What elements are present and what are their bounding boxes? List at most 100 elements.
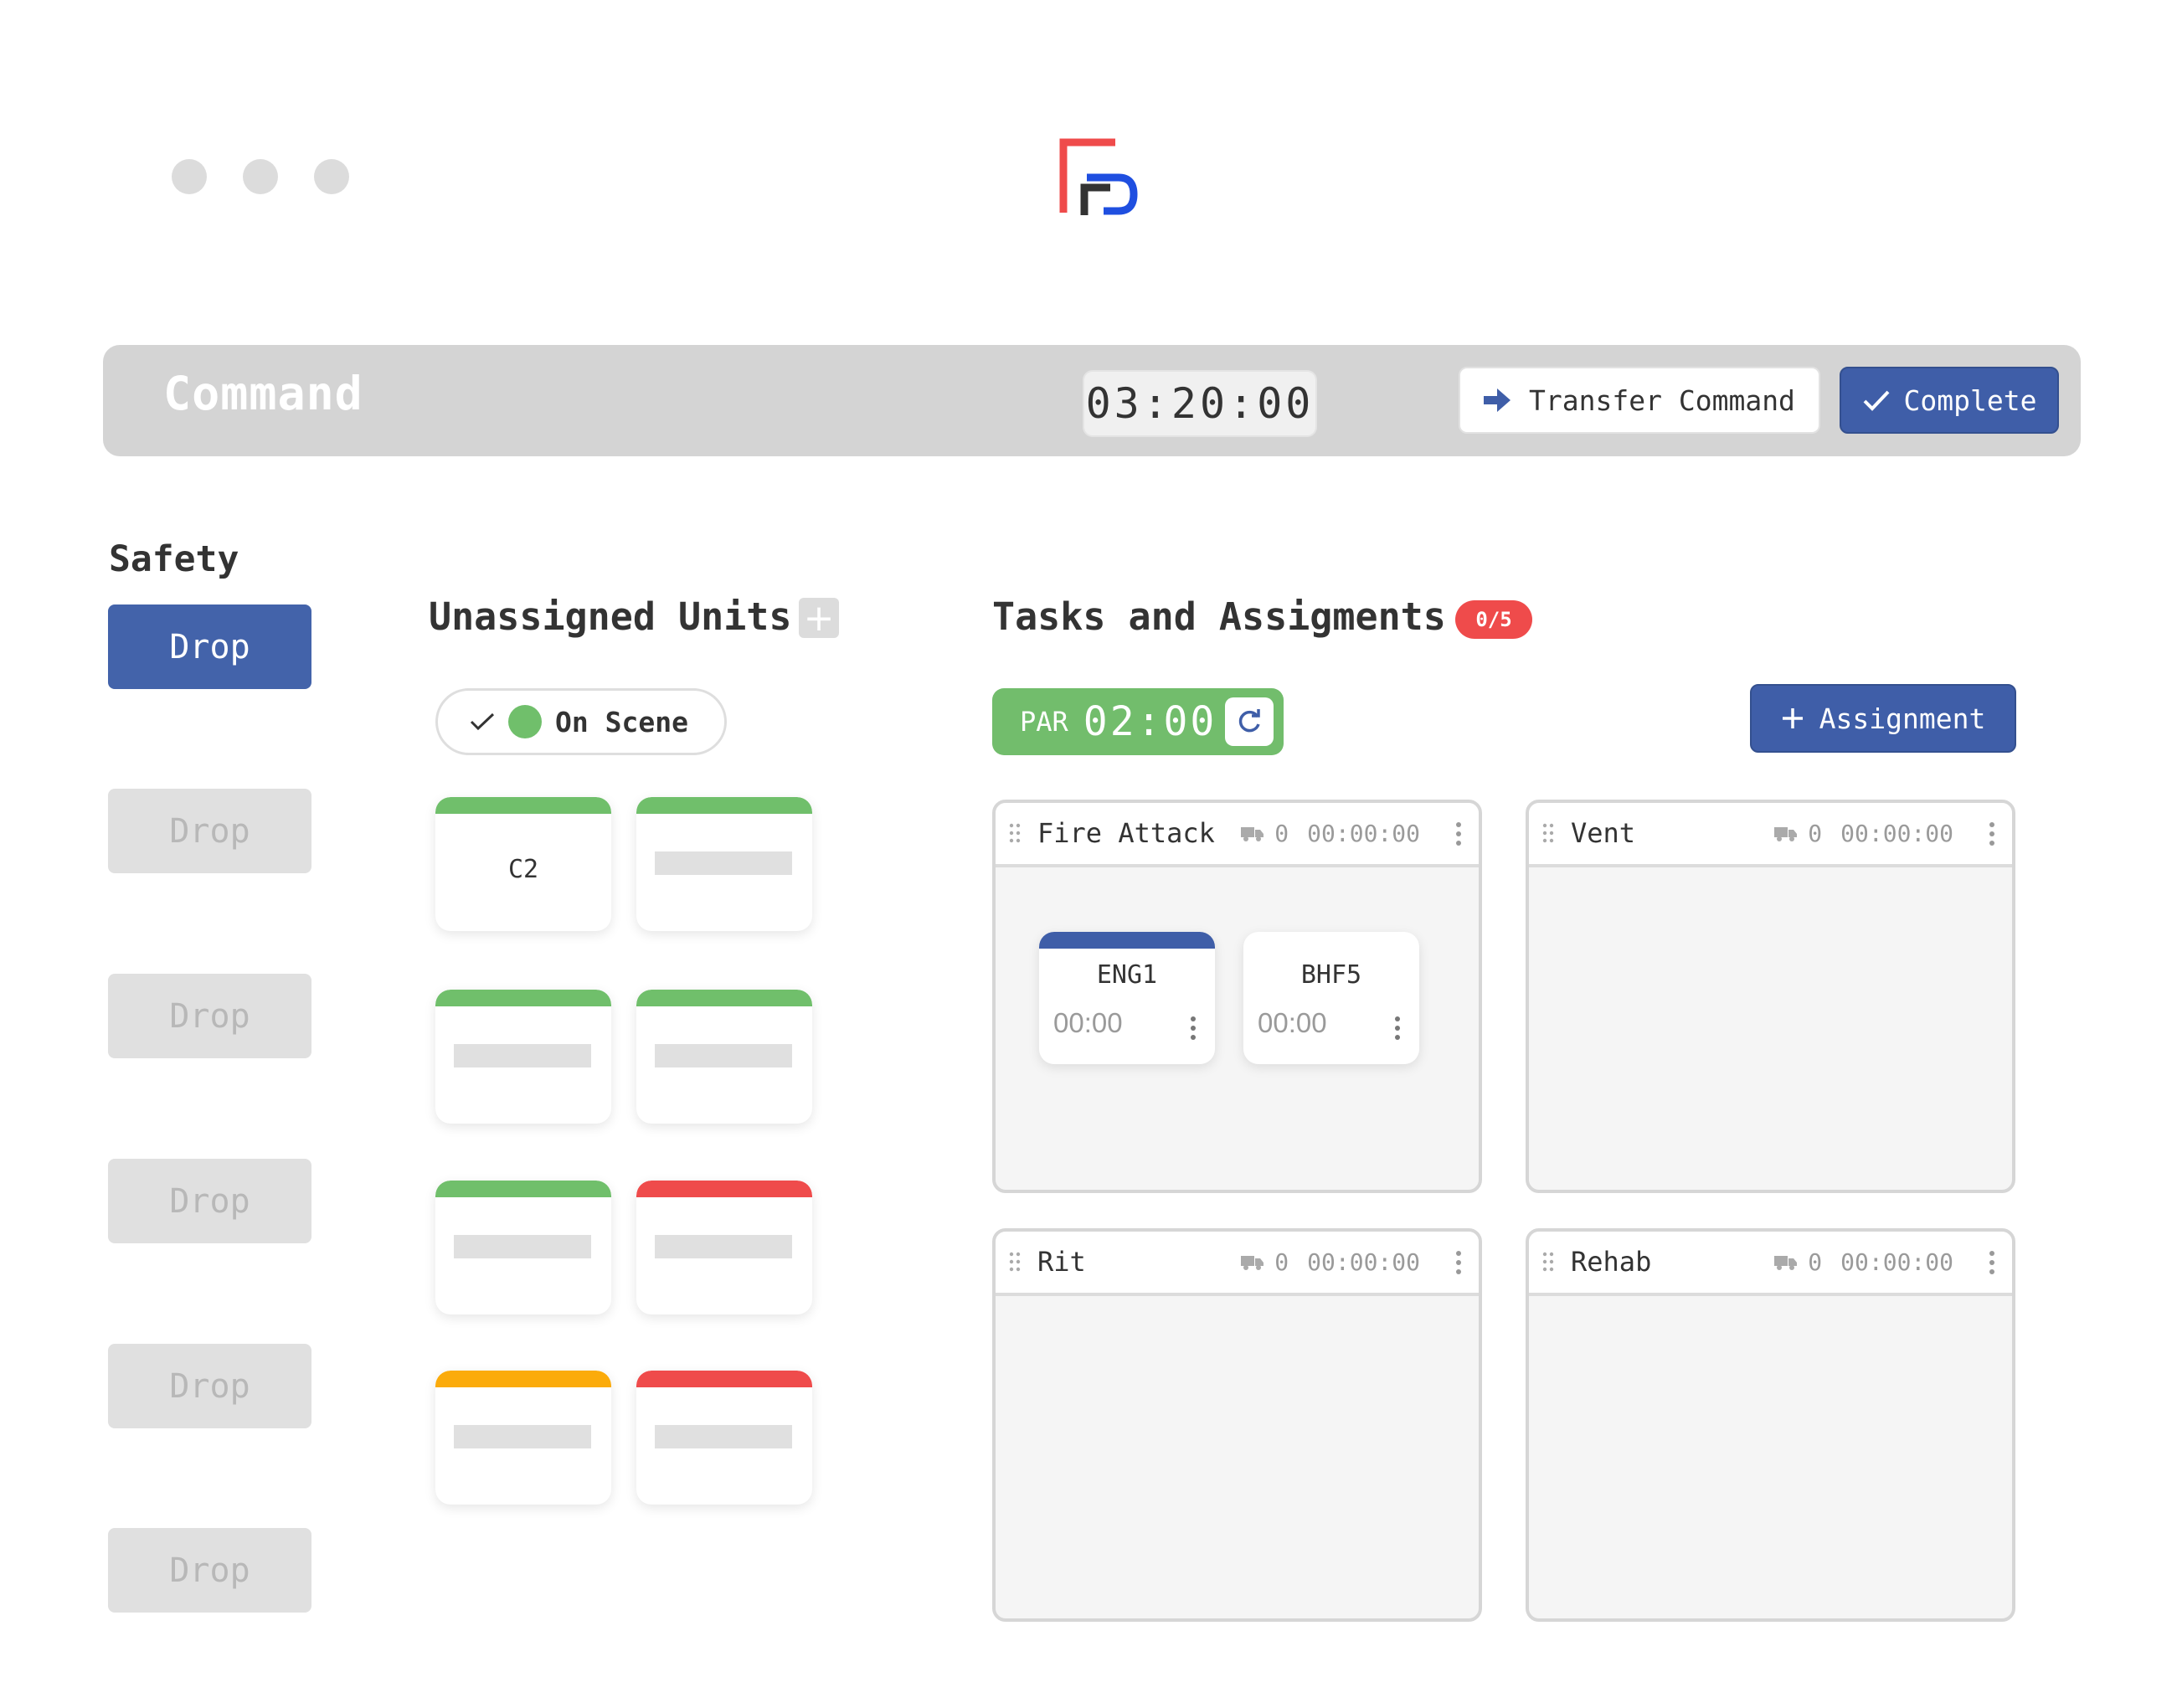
unit-card[interactable]: C2 xyxy=(435,797,611,931)
safety-drop-slot-3[interactable]: Drop xyxy=(108,974,311,1058)
safety-drop-slot-6[interactable]: Drop xyxy=(108,1528,311,1613)
more-options-icon[interactable] xyxy=(1455,821,1462,846)
unit-label-placeholder xyxy=(655,1044,792,1068)
safety-drop-slot-2[interactable]: Drop xyxy=(108,789,311,873)
unit-card[interactable] xyxy=(636,990,812,1124)
panel-unit-count: 0 xyxy=(1274,1248,1289,1276)
panel-header: Rehab 0 00:00:00 xyxy=(1529,1232,2012,1296)
plus-icon xyxy=(1782,708,1803,728)
unit-card[interactable] xyxy=(435,990,611,1124)
more-options-icon[interactable] xyxy=(1989,1250,1995,1275)
unit-card[interactable] xyxy=(636,797,812,931)
app-logo xyxy=(1059,138,1138,215)
add-assignment-label: Assignment xyxy=(1819,702,1986,735)
par-label: PAR xyxy=(1020,706,1068,738)
drag-handle-icon[interactable] xyxy=(1542,823,1554,843)
unit-label: C2 xyxy=(507,854,539,884)
truck-icon xyxy=(1774,826,1798,841)
safety-drop-slot-1[interactable]: Drop xyxy=(108,604,311,689)
more-options-icon[interactable] xyxy=(1190,1016,1197,1041)
safety-title: Safety xyxy=(109,538,239,580)
panel-meta: 0 00:00:00 xyxy=(1774,820,1953,847)
check-icon xyxy=(1863,390,1889,411)
panel-meta: 0 00:00:00 xyxy=(1774,1248,1953,1276)
refresh-par-button[interactable] xyxy=(1225,697,1274,746)
on-scene-label: On Scene xyxy=(555,705,688,738)
unit-status-bar xyxy=(636,797,812,814)
unit-status-bar xyxy=(435,1181,611,1197)
truck-icon xyxy=(1241,826,1264,841)
transfer-command-label: Transfer Command xyxy=(1529,383,1795,417)
panel-meta: 0 00:00:00 xyxy=(1241,1248,1420,1276)
add-assignment-button[interactable]: Assignment xyxy=(1750,684,2016,753)
check-icon xyxy=(470,713,495,731)
complete-label: Complete xyxy=(1903,383,2037,417)
unit-label-placeholder xyxy=(655,1235,792,1258)
drag-handle-icon[interactable] xyxy=(1542,1252,1554,1272)
safety-drop-slot-4[interactable]: Drop xyxy=(108,1159,311,1243)
unit-status-bar xyxy=(636,1181,812,1197)
command-timer: 03:20:00 xyxy=(1083,370,1317,437)
on-scene-filter-toggle[interactable]: On Scene xyxy=(435,688,727,755)
safety-drop-slot-5[interactable]: Drop xyxy=(108,1344,311,1428)
more-options-icon[interactable] xyxy=(1989,821,1995,846)
window-dot-1 xyxy=(172,159,207,194)
panel-title: Rehab xyxy=(1571,1246,1652,1278)
unit-label-placeholder xyxy=(655,851,792,875)
panel-title: Fire Attack xyxy=(1037,817,1215,849)
panel-timer: 00:00:00 xyxy=(1840,820,1953,847)
panel-meta: 0 00:00:00 xyxy=(1241,820,1420,847)
unit-time: 00:00 xyxy=(1258,1007,1327,1038)
unit-card[interactable] xyxy=(636,1371,812,1505)
unit-label-placeholder xyxy=(454,1425,591,1448)
unit-card[interactable] xyxy=(435,1371,611,1505)
truck-icon xyxy=(1774,1255,1798,1270)
unit-card[interactable] xyxy=(636,1181,812,1314)
transfer-command-button[interactable]: Transfer Command xyxy=(1459,367,1820,434)
add-unit-button[interactable]: + xyxy=(799,597,839,640)
unit-label-placeholder xyxy=(454,1044,591,1068)
unit-label-placeholder xyxy=(454,1235,591,1258)
window-dot-2 xyxy=(243,159,278,194)
unit-status-bar xyxy=(435,990,611,1006)
refresh-icon xyxy=(1238,709,1260,733)
more-options-icon[interactable] xyxy=(1394,1016,1401,1041)
panel-unit-count: 0 xyxy=(1808,820,1823,847)
panel-timer: 00:00:00 xyxy=(1840,1248,1953,1276)
unit-card[interactable] xyxy=(435,1181,611,1314)
unit-time: 00:00 xyxy=(1053,1007,1123,1038)
truck-icon xyxy=(1241,1255,1264,1270)
unit-status-bar xyxy=(435,1371,611,1387)
panel-timer: 00:00:00 xyxy=(1307,820,1420,847)
unassigned-units-title: Unassigned Units xyxy=(429,594,792,639)
assignment-panel-vent[interactable]: Vent 0 00:00:00 xyxy=(1526,800,2015,1193)
assignment-panel-rit[interactable]: Rit 0 00:00:00 xyxy=(992,1228,1482,1622)
tasks-count-badge: 0/5 xyxy=(1455,600,1532,639)
unit-status-bar xyxy=(636,990,812,1006)
panel-timer: 00:00:00 xyxy=(1307,1248,1420,1276)
panel-title: Vent xyxy=(1571,817,1636,849)
assignment-panel-rehab[interactable]: Rehab 0 00:00:00 xyxy=(1526,1228,2015,1622)
window-dot-3 xyxy=(314,159,349,194)
tasks-title: Tasks and Assigments xyxy=(992,594,1446,639)
unit-name: ENG1 xyxy=(1096,960,1158,990)
assigned-unit-card[interactable]: BHF5 00:00 xyxy=(1243,932,1419,1064)
panel-header: Fire Attack 0 00:00:00 xyxy=(996,803,1479,867)
panel-title: Rit xyxy=(1037,1246,1086,1278)
panel-header: Rit 0 00:00:00 xyxy=(996,1232,1479,1296)
unit-status-bar xyxy=(1039,932,1215,949)
assigned-unit-card[interactable]: ENG1 00:00 xyxy=(1039,932,1215,1064)
par-time: 02:00 xyxy=(1083,698,1217,745)
status-dot-green xyxy=(508,705,542,738)
more-options-icon[interactable] xyxy=(1455,1250,1462,1275)
command-title: Command xyxy=(163,367,363,420)
unit-status-bar xyxy=(636,1371,812,1387)
assignment-panel-fire-attack[interactable]: Fire Attack 0 00:00:00 ENG1 00:00 BHF5 0… xyxy=(992,800,1482,1193)
arrow-right-icon xyxy=(1484,388,1511,412)
complete-button[interactable]: Complete xyxy=(1840,367,2059,434)
panel-unit-count: 0 xyxy=(1808,1248,1823,1276)
panel-header: Vent 0 00:00:00 xyxy=(1529,803,2012,867)
par-timer: PAR 02:00 xyxy=(992,688,1284,755)
drag-handle-icon[interactable] xyxy=(1009,1252,1021,1272)
drag-handle-icon[interactable] xyxy=(1009,823,1021,843)
